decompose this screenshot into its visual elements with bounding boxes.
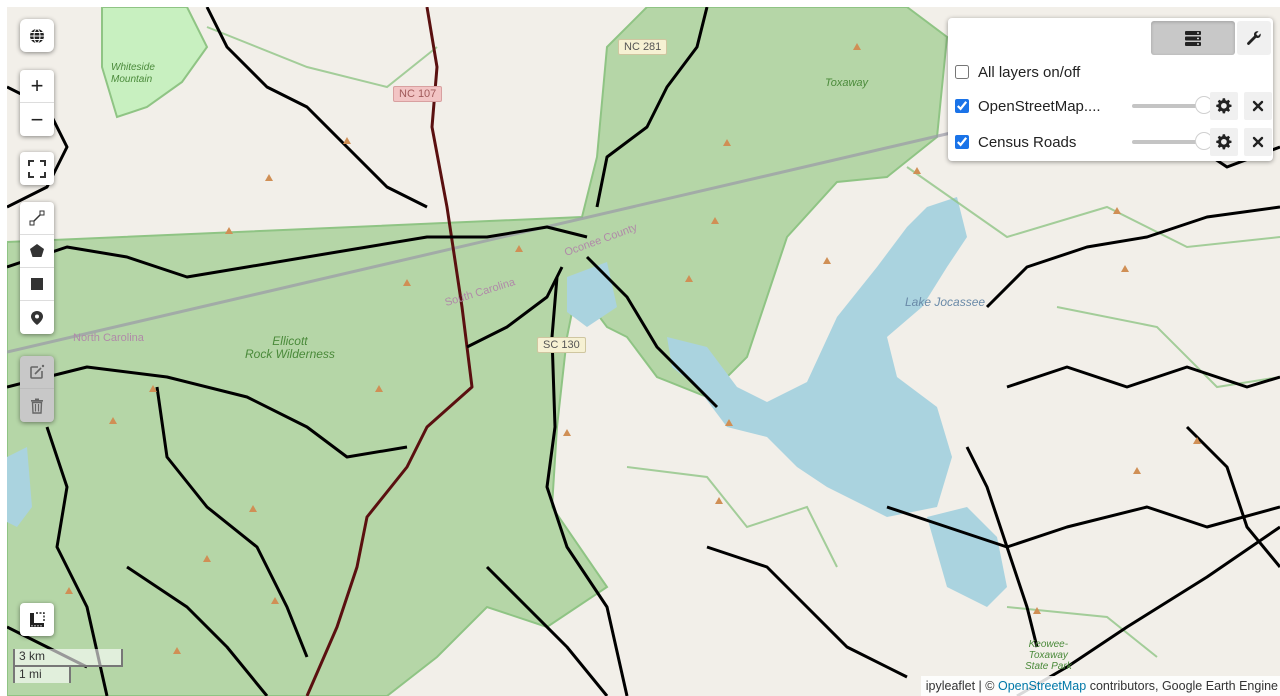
attribution-suffix: contributors, Google Earth Engine <box>1086 679 1278 693</box>
edit-layers-button[interactable] <box>20 356 54 389</box>
layer-visibility-checkbox[interactable] <box>955 135 969 149</box>
layer-settings-button[interactable] <box>1210 128 1238 156</box>
layers-panel: All layers on/off OpenStreetMap.... Cens… <box>948 18 1273 161</box>
label-line: Keowee- <box>1028 639 1069 650</box>
delete-layers-button[interactable] <box>20 389 54 422</box>
slider-track <box>1132 140 1204 144</box>
draw-marker-button[interactable] <box>20 301 54 334</box>
all-layers-checkbox[interactable] <box>955 65 969 79</box>
label-keowee-toxaway-state-park: Keowee- Toxaway State Park <box>1025 639 1072 672</box>
measure-button[interactable] <box>20 603 54 636</box>
draw-rectangle-icon <box>31 278 43 290</box>
draw-polyline-button[interactable] <box>20 202 54 235</box>
all-layers-label: All layers on/off <box>978 63 1081 81</box>
layer-row: Census Roads <box>954 128 1273 156</box>
layer-opacity-slider[interactable] <box>1132 96 1213 116</box>
wrench-icon <box>1247 31 1261 45</box>
forest-areas <box>7 7 949 696</box>
draw-polyline-icon <box>29 210 45 226</box>
basemap-control <box>20 19 54 52</box>
slider-track <box>1132 104 1204 108</box>
fullscreen-button[interactable] <box>20 152 54 185</box>
draw-rectangle-button[interactable] <box>20 268 54 301</box>
layer-opacity-slider[interactable] <box>1132 132 1213 152</box>
draw-marker-icon <box>31 310 43 325</box>
fullscreen-icon <box>28 159 46 178</box>
road-shield-sc130: SC 130 <box>537 337 586 353</box>
label-lake-jocassee: Lake Jocassee <box>905 295 986 309</box>
delete-layers-icon <box>31 398 43 414</box>
gear-icon <box>1216 98 1232 114</box>
edit-layers-icon <box>30 364 45 379</box>
zoom-out-button[interactable]: − <box>20 103 54 136</box>
all-layers-row: All layers on/off <box>954 60 1273 84</box>
road-shield-nc107: NC 107 <box>393 86 443 102</box>
fullscreen-control <box>20 152 54 185</box>
layer-settings-button[interactable] <box>1210 92 1238 120</box>
label-line: Whiteside <box>111 62 155 73</box>
close-icon <box>1252 136 1264 148</box>
label-line: Rock Wilderness <box>245 347 335 361</box>
layer-remove-button[interactable] <box>1244 92 1272 120</box>
scale-imperial: 1 mi <box>13 665 71 683</box>
gear-icon <box>1216 134 1232 150</box>
layer-row: OpenStreetMap.... <box>954 92 1273 120</box>
measure-control <box>20 603 54 636</box>
label-line: Mountain <box>111 74 153 85</box>
label-north-carolina: North Carolina <box>73 332 144 344</box>
layers-icon <box>1185 30 1201 46</box>
draw-polygon-icon <box>30 244 44 257</box>
openstreetmap-link[interactable]: OpenStreetMap <box>998 679 1086 693</box>
settings-toggle-button[interactable] <box>1237 21 1271 55</box>
globe-icon <box>30 28 44 43</box>
measure-icon <box>30 611 45 627</box>
layer-remove-button[interactable] <box>1244 128 1272 156</box>
close-icon <box>1252 100 1264 112</box>
attribution-prefix: ipyleaflet | © <box>925 679 998 693</box>
road-shield-nc281: NC 281 <box>618 39 668 55</box>
layers-toggle-button[interactable] <box>1151 21 1235 55</box>
scale-control: 3 km 1 mi <box>13 649 123 683</box>
layer-name: Census Roads <box>978 133 1077 151</box>
edit-toolbar <box>20 356 54 422</box>
zoom-control: + − <box>20 70 54 136</box>
label-toxaway: Toxaway <box>825 77 869 89</box>
label-ellicott-rock-wilderness: Ellicott Rock Wilderness <box>245 335 335 361</box>
attribution: ipyleaflet | © OpenStreetMap contributor… <box>920 676 1280 696</box>
basemap-button[interactable] <box>20 19 54 52</box>
label-line: Toxaway <box>1028 650 1068 661</box>
label-whiteside-mountain: Whiteside Mountain <box>111 62 155 86</box>
draw-polygon-button[interactable] <box>20 235 54 268</box>
label-line: State Park <box>1025 661 1072 672</box>
zoom-in-button[interactable]: + <box>20 70 54 103</box>
layer-visibility-checkbox[interactable] <box>955 99 969 113</box>
layer-name: OpenStreetMap.... <box>978 97 1101 115</box>
draw-toolbar <box>20 202 54 334</box>
